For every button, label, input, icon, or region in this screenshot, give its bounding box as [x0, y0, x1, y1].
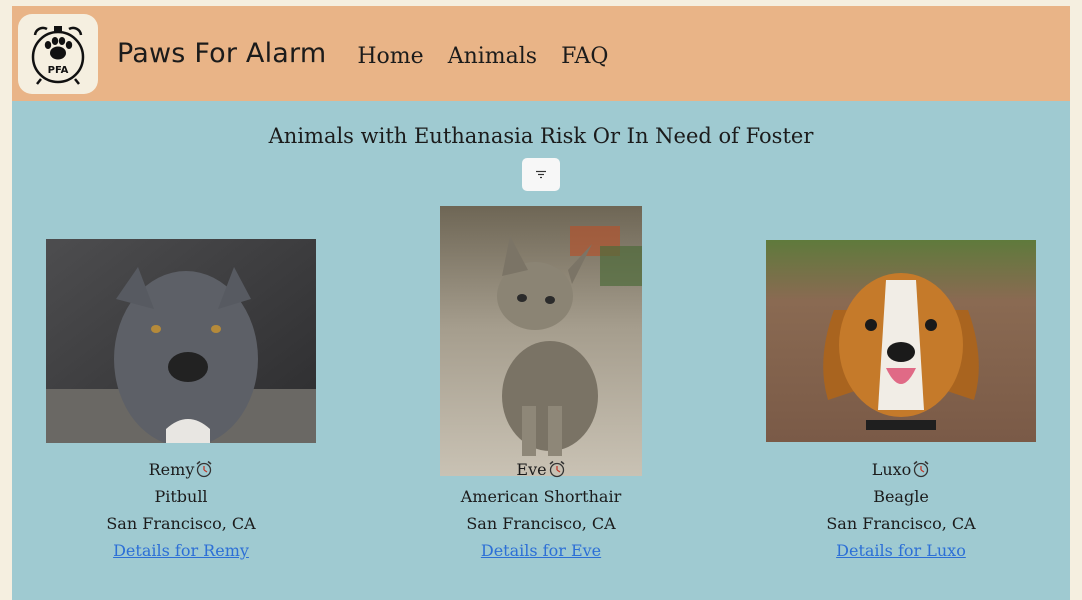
animal-name: Remy — [148, 460, 195, 479]
animal-info: Remy Pitbull San Francisco, CA Details f… — [46, 456, 316, 564]
nav-animals[interactable]: Animals — [448, 44, 537, 69]
filter-icon — [536, 170, 546, 179]
brand-name[interactable]: Paws For Alarm — [117, 38, 326, 69]
alarm-paw-logo-icon: PFA — [31, 25, 85, 85]
details-link-eve[interactable]: Details for Eve — [481, 541, 601, 560]
animal-location: San Francisco, CA — [826, 514, 976, 533]
beagle-photo[interactable] — [766, 240, 1036, 442]
gray-pitbull-photo[interactable] — [46, 239, 316, 443]
tabby-kitten-photo[interactable] — [440, 206, 642, 476]
animal-info: Luxo Beagle San Francisco, CA Details fo… — [766, 456, 1036, 564]
details-link-remy[interactable]: Details for Remy — [113, 541, 249, 560]
header: PFA Paws For Alarm Home Animals FAQ — [12, 6, 1070, 101]
animal-location: San Francisco, CA — [106, 514, 256, 533]
page: PFA Paws For Alarm Home Animals FAQ Anim… — [12, 6, 1070, 600]
details-link-luxo[interactable]: Details for Luxo — [836, 541, 966, 560]
animal-breed: American Shorthair — [460, 487, 622, 506]
animal-breed: Beagle — [873, 487, 929, 506]
filter-button[interactable] — [522, 158, 560, 191]
animal-info: Eve American Shorthair San Francisco, CA… — [406, 456, 676, 564]
animal-name: Luxo — [871, 460, 912, 479]
nav-faq[interactable]: FAQ — [561, 44, 608, 69]
alarm-clock-icon — [196, 460, 212, 478]
logo[interactable]: PFA — [18, 13, 98, 94]
animal-card-luxo: Luxo Beagle San Francisco, CA Details fo… — [766, 206, 1036, 596]
animal-card-remy: Remy Pitbull San Francisco, CA Details f… — [46, 206, 316, 596]
nav-home[interactable]: Home — [357, 44, 423, 69]
page-title: Animals with Euthanasia Risk Or In Need … — [268, 124, 814, 148]
animal-name: Eve — [516, 460, 547, 479]
alarm-clock-icon — [913, 460, 929, 478]
logo-text: PFA — [48, 65, 69, 76]
animal-location: San Francisco, CA — [466, 514, 616, 533]
animal-breed: Pitbull — [154, 487, 208, 506]
main-nav: Home Animals FAQ — [357, 44, 608, 69]
alarm-clock-icon — [549, 460, 565, 478]
animal-card-eve: Eve American Shorthair San Francisco, CA… — [406, 206, 676, 596]
